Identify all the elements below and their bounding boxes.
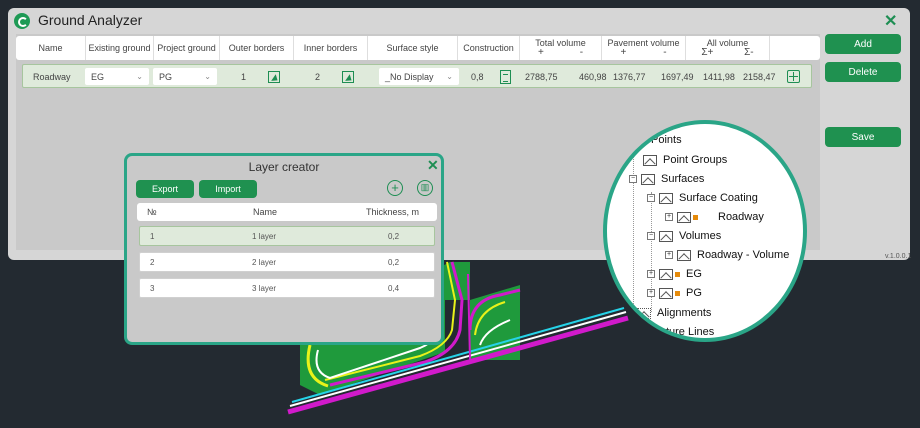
surface-icon	[641, 173, 655, 185]
volume-surface-icon	[677, 249, 691, 261]
construction-cell: 0,8	[471, 68, 521, 85]
col-total-volume: Total volume + -	[520, 36, 602, 60]
export-button[interactable]: Export	[136, 180, 194, 198]
prospector-tree-zoom: Points Point Groups − Surfaces − Surface C…	[603, 120, 807, 342]
tree-item-pg[interactable]: + PG	[647, 287, 702, 299]
inner-borders-cell: 2	[315, 68, 365, 85]
warning-flag-icon	[675, 290, 680, 296]
tree-item-surface-coating[interactable]: − Surface Coating	[647, 192, 758, 204]
chevron-down-icon: ⌄	[136, 72, 143, 81]
tree-item-feature-lines[interactable]: Feature Lines	[647, 326, 714, 338]
col-project-ground: Project ground	[154, 36, 220, 60]
version-label: v.1.0.0.1	[885, 253, 912, 260]
delete-button[interactable]: Delete	[825, 62, 901, 82]
col-existing-ground: Existing ground	[86, 36, 154, 60]
calc-cell	[787, 68, 800, 85]
window-title: Ground Analyzer	[38, 12, 143, 28]
layer-table-header: № Name Thickness, m	[137, 203, 437, 221]
col-surface-style: Surface style	[368, 36, 458, 60]
surface-style-select[interactable]: _No Display ⌄	[379, 68, 459, 85]
warning-flag-icon	[693, 214, 698, 220]
table-row[interactable]: 1 1 layer 0,2	[139, 226, 435, 246]
total-plus: 2788,75	[525, 71, 558, 82]
layer-creator-title: Layer creator	[248, 160, 320, 174]
pavement-plus: 1376,77	[613, 71, 646, 82]
folder-icon	[659, 192, 673, 204]
alignment-icon	[637, 307, 651, 319]
tree-item-point-groups[interactable]: Point Groups	[643, 154, 727, 166]
col-construction: Construction	[458, 36, 520, 60]
tree-item-alignments[interactable]: Alignments	[637, 307, 711, 319]
select-cursor-icon[interactable]	[342, 70, 355, 83]
close-icon[interactable]: ✕	[427, 157, 439, 174]
folder-icon	[659, 230, 673, 242]
all-plus: 1411,98	[703, 71, 735, 82]
add-layer-icon[interactable]: +	[387, 180, 403, 196]
tree-item-roadway[interactable]: + Roadway	[665, 211, 764, 223]
tree-item-surfaces[interactable]: − Surfaces	[629, 173, 704, 185]
surface-icon	[659, 287, 673, 299]
col-outer-borders: Outer borders	[220, 36, 294, 60]
table-row[interactable]: 2 2 layer 0,2	[139, 252, 435, 272]
chevron-down-icon: ⌄	[204, 72, 211, 81]
all-minus: 2158,47	[743, 71, 776, 82]
close-icon[interactable]: ✕	[884, 11, 897, 31]
tree-item-points[interactable]: Points	[651, 134, 682, 146]
import-button[interactable]: Import	[199, 180, 257, 198]
col-pavement-volume: Pavement volume + -	[602, 36, 686, 60]
tree-item-roadway-volume[interactable]: + Roadway - Volume	[665, 249, 789, 261]
total-minus: 460,98	[579, 71, 607, 82]
col-name: Name	[16, 36, 86, 60]
table-row[interactable]: 3 3 layer 0,4	[139, 278, 435, 298]
col-inner-borders: Inner borders	[294, 36, 368, 60]
outer-borders-cell: 1	[241, 68, 291, 85]
existing-ground-select[interactable]: EG ⌄	[85, 68, 149, 85]
save-button[interactable]: Save	[825, 127, 901, 147]
app-logo-icon	[14, 13, 30, 29]
chevron-down-icon: ⌄	[446, 72, 453, 81]
add-button[interactable]: Add	[825, 34, 901, 54]
tree-item-volumes[interactable]: − Volumes	[647, 230, 721, 242]
title-bar: Ground Analyzer ✕	[8, 8, 910, 34]
row-name: Roadway	[33, 71, 71, 82]
calculator-icon[interactable]	[787, 70, 800, 83]
point-groups-icon	[643, 154, 657, 166]
col-all-volume: All volume Σ+ Σ-	[686, 36, 770, 60]
trash-icon[interactable]: ▥	[417, 180, 433, 196]
surface-icon	[677, 211, 691, 223]
table-row[interactable]: Roadway EG ⌄ PG ⌄ 1 2 _No Display ⌄ 0,8 278…	[22, 64, 812, 88]
pavement-minus: 1697,49	[661, 71, 694, 82]
layer-list-icon[interactable]	[499, 69, 511, 84]
tree-item-eg[interactable]: + EG	[647, 268, 702, 280]
warning-flag-icon	[675, 271, 680, 277]
surface-icon	[659, 268, 673, 280]
layer-creator-dialog: Layer creator ✕ Export Import + ▥ № Name…	[124, 153, 444, 345]
select-cursor-icon[interactable]	[268, 70, 281, 83]
grid-header: Name Existing ground Project ground Oute…	[16, 36, 820, 60]
project-ground-select[interactable]: PG ⌄	[153, 68, 217, 85]
